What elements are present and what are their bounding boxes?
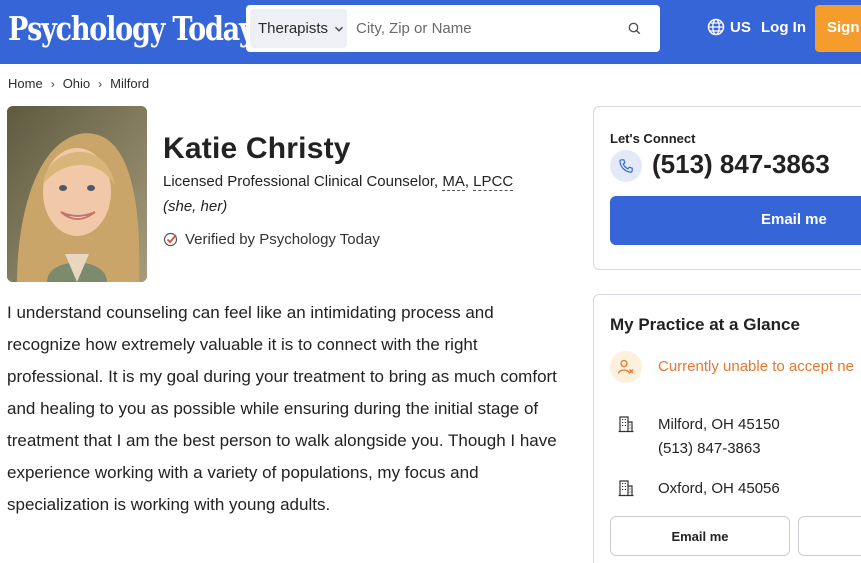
building-icon: [618, 416, 634, 433]
search-icon[interactable]: [625, 19, 645, 39]
practice-glance-card: My Practice at a Glance Currently unable…: [593, 294, 861, 563]
availability-status: Currently unable to accept ne: [658, 358, 854, 375]
breadcrumb-state[interactable]: Ohio: [63, 76, 90, 91]
glance-secondary-button[interactable]: [798, 516, 861, 556]
chevron-right-icon: ›: [98, 76, 103, 91]
search-bar: Therapists: [246, 5, 660, 52]
location-1-address[interactable]: Milford, OH 45150: [658, 416, 780, 433]
building-icon: [618, 480, 634, 497]
verified-badge[interactable]: Verified by Psychology Today: [163, 231, 380, 248]
glance-email-button[interactable]: Email me: [610, 516, 790, 556]
provider-credentials: Licensed Professional Clinical Counselor…: [163, 173, 514, 191]
verified-text: Verified by Psychology Today: [185, 231, 380, 248]
search-category-label: Therapists: [258, 20, 329, 37]
pronouns: (she, her): [163, 198, 228, 215]
location-2-address[interactable]: Oxford, OH 45056: [658, 480, 780, 497]
glance-title: My Practice at a Glance: [610, 315, 800, 334]
provider-name: Katie Christy: [163, 132, 351, 165]
site-header: Psychology Today Therapists US Log In Si…: [0, 0, 861, 64]
search-input[interactable]: [356, 9, 616, 48]
breadcrumb-city[interactable]: Milford: [110, 76, 149, 91]
globe-icon: [707, 18, 725, 36]
email-button[interactable]: Email me: [610, 196, 861, 245]
location-1-phone[interactable]: (513) 847-3863: [658, 440, 761, 457]
breadcrumb: Home › Ohio › Milford: [8, 76, 149, 91]
site-logo[interactable]: Psychology Today: [8, 9, 255, 49]
provider-bio: I understand counseling can feel like an…: [7, 303, 557, 514]
region-selector[interactable]: US: [707, 18, 751, 36]
login-link[interactable]: Log In: [761, 19, 806, 36]
search-category-select[interactable]: Therapists: [250, 9, 347, 48]
phone-number[interactable]: (513) 847-3863: [652, 149, 830, 180]
connect-label: Let's Connect: [610, 131, 696, 146]
chevron-down-icon: [335, 26, 344, 32]
contact-card: Let's Connect (513) 847-3863 Email me: [593, 106, 861, 270]
region-label: US: [730, 18, 751, 36]
verified-check-icon: [163, 232, 178, 247]
chevron-right-icon: ›: [50, 76, 55, 91]
signup-button[interactable]: Sign: [815, 5, 861, 52]
degree-separator: ,: [464, 173, 474, 190]
profile-photo: [7, 106, 147, 282]
phone-icon: [610, 150, 642, 182]
degree-lpcc[interactable]: LPCC: [473, 173, 514, 191]
breadcrumb-home[interactable]: Home: [8, 76, 43, 91]
not-accepting-icon: [610, 351, 642, 383]
degree-ma[interactable]: MA: [442, 173, 465, 191]
credentials-text: Licensed Professional Clinical Counselor…: [163, 173, 443, 190]
